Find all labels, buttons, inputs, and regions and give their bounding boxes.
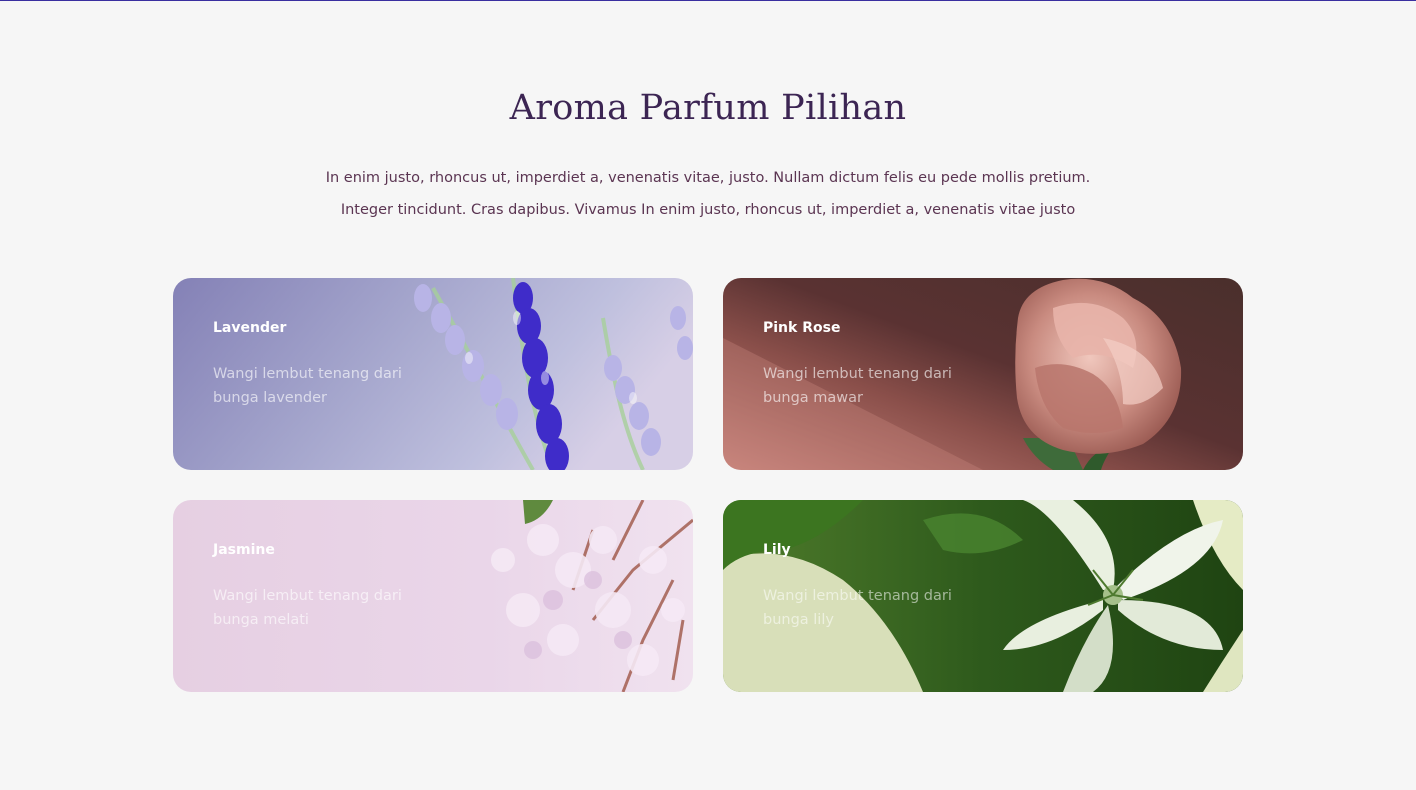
card-title: Lily <box>763 542 791 558</box>
description-line-1: In enim justo, rhoncus ut, imperdiet a, … <box>325 170 1091 186</box>
card-description: Wangi lembut tenang dari bunga mawar <box>763 366 952 406</box>
card-title: Pink Rose <box>763 320 841 336</box>
card-description: Wangi lembut tenang dari bunga melati <box>213 588 402 628</box>
card-pink-rose[interactable]: Pink Rose Wangi lembut tenang dari bunga… <box>723 278 1243 470</box>
card-description: Wangi lembut tenang dari bunga lavender <box>213 366 402 406</box>
description-line-2: Integer tincidunt. Cras dapibus. Vivamus… <box>340 202 1076 218</box>
card-title: Jasmine <box>213 542 275 558</box>
section-description: In enim justo, rhoncus ut, imperdiet a, … <box>0 162 1416 226</box>
card-lily[interactable]: Lily Wangi lembut tenang dari bunga lily <box>723 500 1243 692</box>
card-lavender[interactable]: Lavender Wangi lembut tenang dari bunga … <box>173 278 693 470</box>
card-jasmine[interactable]: Jasmine Wangi lembut tenang dari bunga m… <box>173 500 693 692</box>
card-description: Wangi lembut tenang dari bunga lily <box>763 588 952 628</box>
card-title: Lavender <box>213 320 287 336</box>
aroma-section: Aroma Parfum Pilihan In enim justo, rhon… <box>0 0 1416 790</box>
section-title: Aroma Parfum Pilihan <box>509 88 907 128</box>
